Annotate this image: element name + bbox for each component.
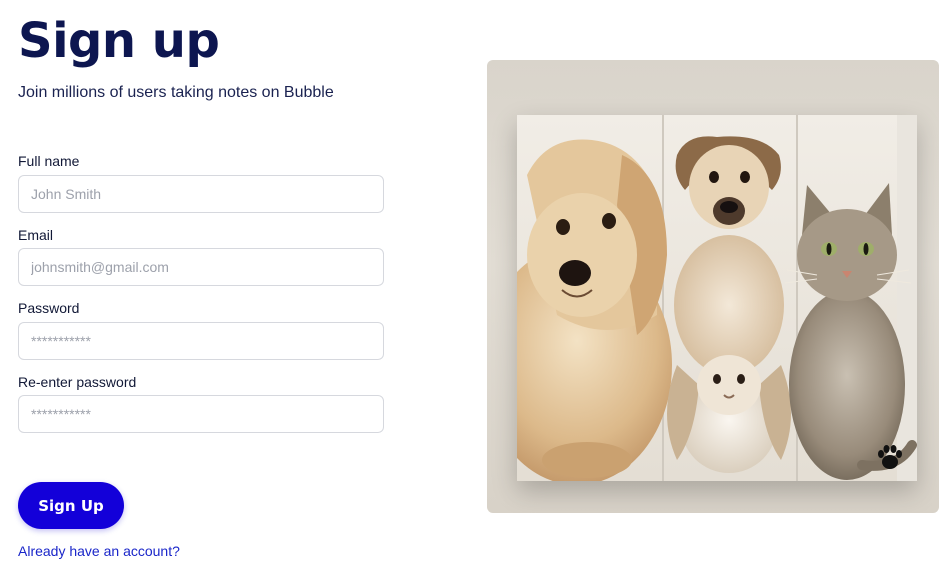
page-subtitle: Join millions of users taking notes on B… xyxy=(18,84,334,101)
page-title: Sign up xyxy=(18,13,220,69)
email-input[interactable] xyxy=(18,248,384,286)
pets-collage-photo xyxy=(517,115,917,481)
sign-up-button[interactable]: Sign Up xyxy=(18,482,124,529)
password-input[interactable] xyxy=(18,322,384,360)
password-label: Password xyxy=(18,300,80,316)
reenter-password-label: Re-enter password xyxy=(18,374,137,390)
reenter-password-input[interactable] xyxy=(18,395,384,433)
paw-icon xyxy=(875,443,905,471)
signup-page: Sign up Join millions of users taking no… xyxy=(0,0,948,576)
email-label: Email xyxy=(18,227,54,243)
already-have-account-link[interactable]: Already have an account? xyxy=(18,543,180,559)
full-name-label: Full name xyxy=(18,153,80,169)
full-name-input[interactable] xyxy=(18,175,384,213)
pets-image-panel xyxy=(487,60,939,513)
